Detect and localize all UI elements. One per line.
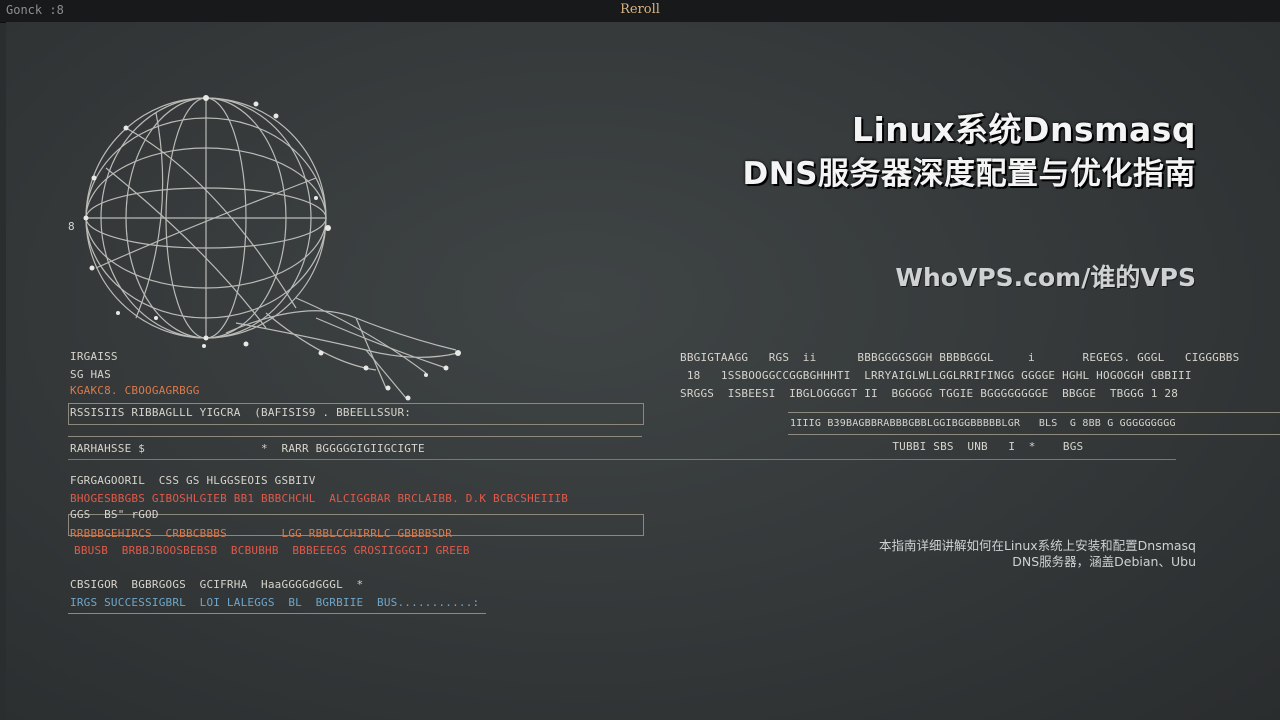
terminal-line: SRGGS ISBEESI IBGLOGGGGT II BGGGGG TGGIE… [680,387,1179,400]
terminal-line: BBGIGTAAGG RGS ii BBBGGGGSGGH BBBBGGGL i… [680,351,1240,364]
description-line-1: 本指南详细讲解如何在Linux系统上安装和配置Dnsmasq [878,538,1196,553]
divider [788,434,1280,435]
window-title-bar: Gonck :8 Reroll [0,0,1280,23]
title-line-1: Linux系统Dnsmasq [851,110,1196,149]
window-title-center: Reroll [620,2,660,17]
terminal-line: RSSISIIS RIBBAGLLL YIGCRA (BAFISIS9 . BB… [70,406,412,419]
divider [68,436,642,437]
screen-area: 8 Linux系统Dnsmasq DNS服务器深度配置与优化指南 WhoVPS.… [6,22,1280,720]
terminal-line: IRGS SUCCESSIGBRL LOI LALEGGS BL BGRBIIE… [70,596,480,609]
terminal-line: 18 1SSBOOGGCCGGBGHHHTI LRRYAIGLWLLGGLRRI… [680,369,1192,382]
article-title: Linux系统Dnsmasq DNS服务器深度配置与优化指南 [742,108,1196,196]
globe-label: 8 [68,220,75,233]
terminal-line: RRBBBGEHIRCS CRBBCBBBS LGG RBBLCCHIRRLC … [70,527,453,540]
article-description: 本指南详细讲解如何在Linux系统上安装和配置Dnsmasq DNS服务器，涵盖… [879,538,1196,570]
divider [68,613,486,614]
terminal-line: TUBBI SBS UNB I * BGS [790,440,1084,453]
title-line-2: DNS服务器深度配置与优化指南 [742,156,1196,192]
description-line-2: DNS服务器，涵盖Debian、Ubu [1012,554,1196,569]
terminal-line: 1IIIG B39BAGBBRABBBGBBLGGIBGGBBBBBLGR BL… [790,418,1176,429]
terminal-line: FGRGAGOORIL CSS GS HLGGSEOIS GSBIIV [70,474,316,487]
terminal-line: KGAKC8. CBOOGAGRBGG [70,384,200,397]
terminal-line: BHOGESBBGBS GIBOSHLGIEB BB1 BBBCHCHL ALC… [70,492,569,505]
terminal-line: RARHAHSSE $ * RARR BGGGGGIGIIGCIGTE [70,442,425,455]
terminal-line: IRGAISS [70,350,118,363]
terminal-line: BBUSB BRBBJBOOSBEBSB BCBUBHB BBBEEEGS GR… [74,544,470,557]
terminal-line: CBSIGOR BGBRGOGS GCIFRHA HaaGGGGdGGGL * [70,578,364,591]
divider [68,459,1176,460]
divider [788,412,1280,413]
network-globe-illustration: 8 [68,95,461,401]
site-watermark: WhoVPS.com/谁的VPS [895,263,1196,292]
terminal-line: GGS BS" rGOD [70,508,159,521]
terminal-line: SG HAS [70,368,111,381]
